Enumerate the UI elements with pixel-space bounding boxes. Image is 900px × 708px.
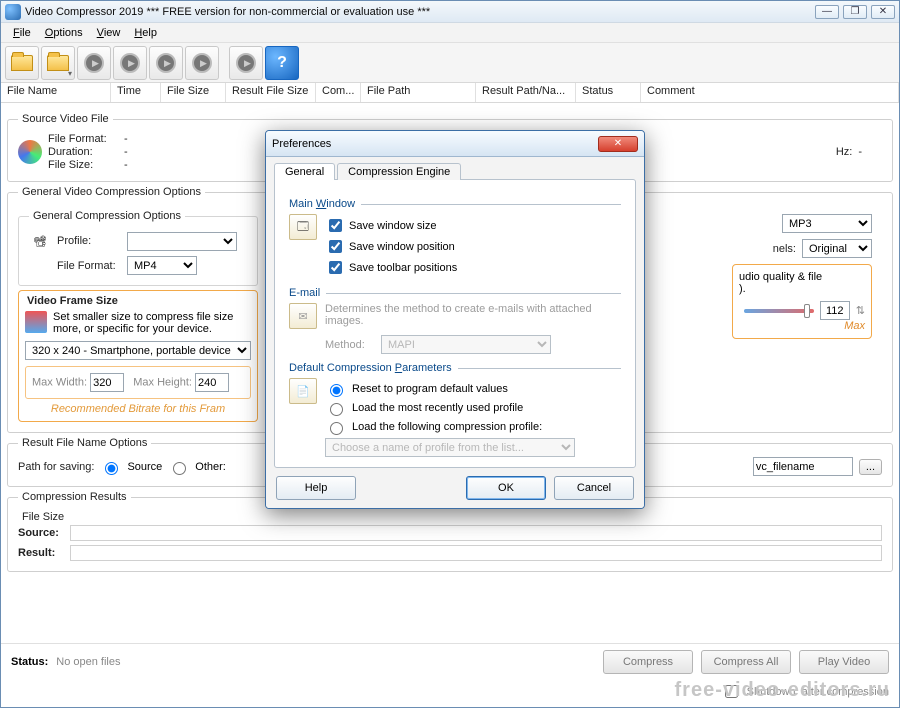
dialog-close-button[interactable]: ✕: [598, 136, 638, 152]
email-desc: Determines the method to create e-mails …: [325, 303, 621, 327]
tab-general[interactable]: General: [274, 163, 335, 180]
group-email: E-mail: [289, 287, 320, 299]
dialog-title: Preferences: [272, 138, 331, 150]
defaults-icon: 📄: [289, 378, 317, 404]
cancel-button[interactable]: Cancel: [554, 476, 634, 500]
ok-button[interactable]: OK: [466, 476, 546, 500]
radio-load-recent[interactable]: Load the most recently used profile: [325, 400, 621, 416]
profile-list-select: Choose a name of profile from the list..…: [325, 438, 575, 457]
check-save-position[interactable]: Save window position: [325, 237, 621, 256]
dialog-footer: Help OK Cancel: [266, 468, 644, 508]
modal-backdrop: Preferences ✕ General Compression Engine…: [0, 0, 900, 708]
group-defaults: Default Compression Parameters: [289, 362, 452, 374]
window-icon: 🗔: [289, 214, 317, 240]
radio-load-following[interactable]: Load the following compression profile:: [325, 419, 621, 435]
mail-icon: ✉: [289, 303, 317, 329]
help-dialog-button[interactable]: Help: [276, 476, 356, 500]
email-method-select: MAPI: [381, 335, 551, 354]
check-save-toolbar[interactable]: Save toolbar positions: [325, 258, 621, 277]
check-save-size[interactable]: Save window size: [325, 216, 621, 235]
group-main-window: Main Window: [289, 198, 355, 210]
tab-body: Main Window 🗔 Save window size Save wind…: [274, 179, 636, 468]
dialog-titlebar: Preferences ✕: [266, 131, 644, 157]
radio-reset-default[interactable]: Reset to program default values: [325, 381, 621, 397]
tab-compression-engine[interactable]: Compression Engine: [337, 163, 461, 180]
preferences-dialog: Preferences ✕ General Compression Engine…: [265, 130, 645, 509]
email-method-label: Method:: [325, 339, 375, 351]
